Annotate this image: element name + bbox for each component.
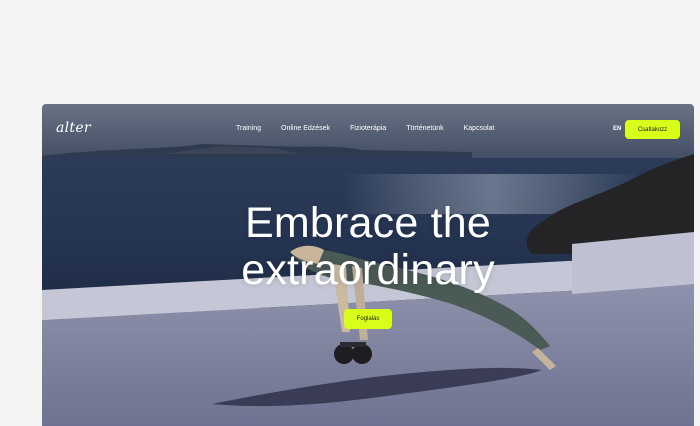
nav-item-tortenetunk[interactable]: Történetünk xyxy=(406,125,443,132)
booking-button[interactable]: Foglalás xyxy=(344,309,392,329)
nav-item-fizioterapia[interactable]: Fizioterápia xyxy=(350,125,386,132)
hero-title-line-1: Embrace the xyxy=(245,199,491,247)
hero-section: alter Training Online Edzések Fizioteráp… xyxy=(42,104,694,426)
nav-item-online-edzesek[interactable]: Online Edzések xyxy=(281,125,330,132)
brand-logo[interactable]: alter xyxy=(56,120,91,136)
nav-item-kapcsolat[interactable]: Kapcsolat xyxy=(464,125,495,132)
nav-menu: Training Online Edzések Fizioterápia Tör… xyxy=(236,125,494,132)
language-switch[interactable]: EN xyxy=(613,126,621,132)
top-navigation: alter Training Online Edzések Fizioteráp… xyxy=(42,112,694,148)
nav-item-training[interactable]: Training xyxy=(236,125,261,132)
join-button[interactable]: Csatlakozz xyxy=(625,120,680,139)
hero-title: Embrace the extraordinary xyxy=(42,200,694,294)
hero-title-line-2: extraordinary xyxy=(241,246,495,294)
